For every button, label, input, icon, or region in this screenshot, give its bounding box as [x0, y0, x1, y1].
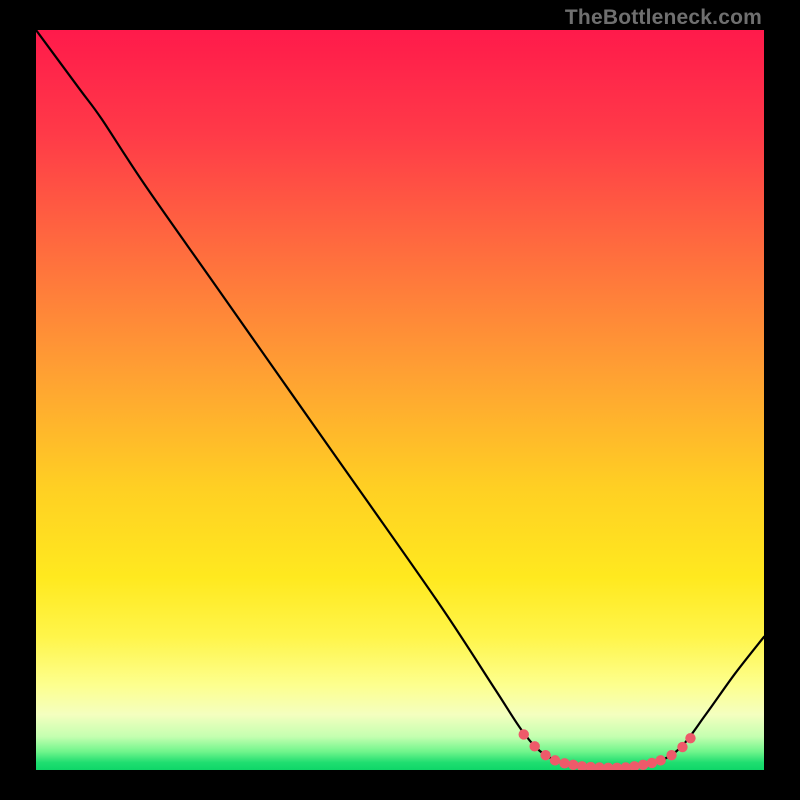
curve-marker: [550, 755, 560, 765]
curve-marker: [685, 733, 695, 743]
bottleneck-curve: [36, 30, 764, 768]
curve-marker: [594, 762, 604, 770]
curve-marker: [586, 762, 596, 770]
plot-area: [36, 30, 764, 770]
watermark-text: TheBottleneck.com: [565, 6, 762, 30]
curve-marker: [529, 741, 539, 751]
curve-marker: [540, 750, 550, 760]
curve-marker: [638, 760, 648, 770]
curve-marker: [677, 742, 687, 752]
curve-marker: [559, 758, 569, 768]
curve-marker: [519, 729, 529, 739]
curve-marker: [577, 761, 587, 770]
curve-marker: [612, 763, 622, 770]
chart-stage: TheBottleneck.com: [0, 0, 800, 800]
curve-marker: [655, 755, 665, 765]
marker-group: [519, 729, 696, 770]
curve-marker: [666, 750, 676, 760]
curve-marker: [568, 760, 578, 770]
curve-layer: [36, 30, 764, 770]
curve-marker: [603, 763, 613, 770]
